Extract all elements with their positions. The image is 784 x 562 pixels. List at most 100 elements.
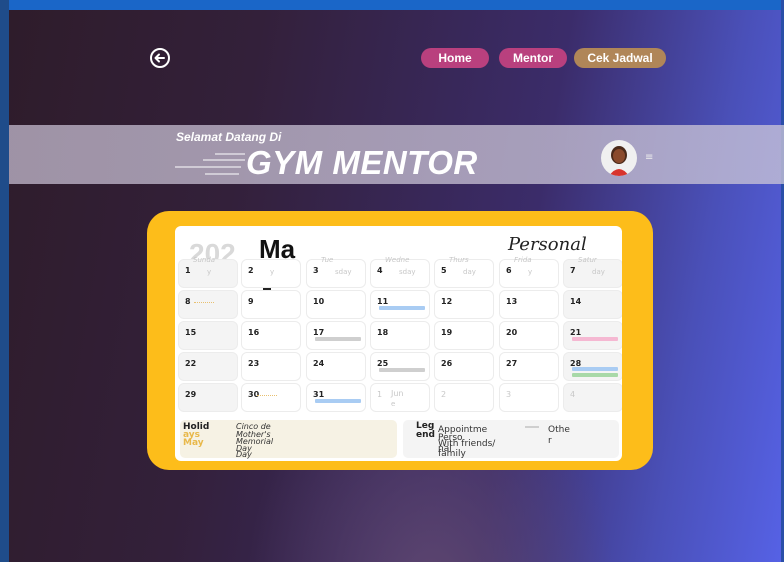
weekday-name: Satur (578, 256, 597, 264)
day-number: 12 (441, 297, 453, 306)
day-number: 29 (185, 390, 197, 399)
calendar-day-cell[interactable]: 18 (370, 321, 430, 350)
day-number: 5 (441, 266, 447, 275)
nav-home-button[interactable]: Home (421, 48, 489, 68)
day-number: 14 (570, 297, 582, 306)
calendar-day-cell[interactable]: 6 Frida y (499, 256, 559, 288)
holiday-item: Day (236, 450, 252, 459)
weekday-name-suffix: sday (399, 268, 416, 276)
calendar-day-cell[interactable]: 3 (499, 383, 559, 412)
arrow-left-circle-icon[interactable] (148, 46, 172, 70)
calendar-day-cell[interactable]: 1 Jun e (370, 383, 430, 412)
day-number: 31 (313, 390, 325, 399)
legend-title-2: end (416, 430, 435, 440)
calendar-day-cell[interactable]: 21 (563, 321, 622, 350)
day-number: 26 (441, 359, 453, 368)
day-number: 11 (377, 297, 389, 306)
day-number: 22 (185, 359, 197, 368)
speed-lines-decoration (175, 153, 245, 175)
avatar-icon (609, 146, 629, 176)
legend-other-swatch (525, 426, 539, 428)
holiday-marker (257, 389, 277, 396)
day-number: 9 (248, 297, 254, 306)
weekday-name: Tue (321, 256, 334, 264)
calendar-day-cell[interactable]: 17 (306, 321, 366, 350)
event-bar[interactable] (315, 399, 361, 403)
day-number: 23 (248, 359, 260, 368)
day-number: 1 (377, 390, 383, 399)
calendar-day-cell[interactable]: 26 (434, 352, 494, 381)
event-bar[interactable] (315, 337, 361, 341)
day-number: 16 (248, 328, 260, 337)
calendar-day-cell[interactable]: 30 (241, 383, 301, 412)
event-bar[interactable] (572, 337, 618, 341)
calendar-day-cell[interactable]: 22 (178, 352, 238, 381)
calendar-day-cell[interactable]: 27 (499, 352, 559, 381)
calendar-day-cell[interactable]: 5 Thurs day (434, 256, 494, 288)
event-bar[interactable] (572, 373, 618, 377)
day-number: 4 (377, 266, 383, 275)
avatar[interactable] (601, 140, 637, 176)
calendar-day-cell[interactable]: 14 (563, 290, 622, 319)
weekday-name-suffix: y (207, 268, 212, 276)
calendar-day-cell[interactable]: 4 (563, 383, 622, 412)
calendar-day-cell[interactable]: 28 (563, 352, 622, 381)
day-number: 10 (313, 297, 325, 306)
calendar-day-cell[interactable]: 19 (434, 321, 494, 350)
calendar-day-cell[interactable]: 16 (241, 321, 301, 350)
calendar-day-cell[interactable]: 12 (434, 290, 494, 319)
day-number: 20 (506, 328, 518, 337)
nav-mentor-button[interactable]: Mentor (499, 48, 567, 68)
calendar-day-cell[interactable]: 10 (306, 290, 366, 319)
day-number: 3 (313, 266, 319, 275)
day-number: 24 (313, 359, 325, 368)
day-number: 21 (570, 328, 582, 337)
legend-other: Othe (548, 425, 570, 435)
brand-title: GYM MENTOR (246, 144, 478, 181)
calendar-day-cell[interactable]: 13 (499, 290, 559, 319)
event-bar[interactable] (572, 367, 618, 371)
calendar-day-cell[interactable]: 9 (241, 290, 301, 319)
day-number: 1 (185, 266, 191, 275)
calendar-day-cell[interactable]: 3 Tue sday (306, 256, 366, 288)
calendar-day-cell[interactable]: 7 Satur day (563, 256, 622, 288)
legend-categories: Leg end Appointme Perso With friends/ na… (403, 420, 619, 459)
calendar-day-cell[interactable]: 2y (241, 259, 301, 288)
calendar-day-cell[interactable]: 23 (241, 352, 301, 381)
weekday-name-suffix: y (270, 268, 275, 276)
calendar-day-cell[interactable]: 29 (178, 383, 238, 412)
calendar-day-cell[interactable]: 15 (178, 321, 238, 350)
day-number: 18 (377, 328, 389, 337)
weekday-name-suffix: day (463, 268, 476, 276)
day-number: 19 (441, 328, 453, 337)
day-number: 6 (506, 266, 512, 275)
welcome-text: Selamat Datang Di (176, 130, 282, 144)
day-number: 2 (441, 390, 447, 399)
calendar-day-cell[interactable]: 11 (370, 290, 430, 319)
calendar-day-cell[interactable]: 25 (370, 352, 430, 381)
calendar-day-cell[interactable]: 4 Wedne sday (370, 256, 430, 288)
day-number: 3 (506, 390, 512, 399)
weekday-name-suffix: y (528, 268, 533, 276)
weekday-name: Thurs (449, 256, 469, 264)
day-number: 15 (185, 328, 197, 337)
event-bar[interactable] (379, 306, 425, 310)
calendar-day-cell[interactable]: 20 (499, 321, 559, 350)
calendar-day-cell[interactable]: 1 Sunda y (178, 256, 238, 288)
calendar-day-cell[interactable]: 24 (306, 352, 366, 381)
legend-holidays: Holid ays May Cinco de Mother's Memorial… (180, 420, 397, 459)
weekday-name-suffix: Jun (391, 389, 404, 398)
calendar-day-cell[interactable]: 2 (434, 383, 494, 412)
calendar-day-cell[interactable]: 8 (178, 290, 238, 319)
day-number: 4 (570, 390, 576, 399)
weekday-name-suffix: day (592, 268, 605, 276)
weekday-name: Wedne (385, 256, 410, 264)
calendar-day-cell[interactable]: 31 (306, 383, 366, 412)
holidays-title-3: May (183, 438, 204, 448)
nav-cek-jadwal-button[interactable]: Cek Jadwal (574, 48, 666, 68)
weekday-name: Frida (514, 256, 532, 264)
weekday-name-suffix: sday (335, 268, 352, 276)
event-bar[interactable] (379, 368, 425, 372)
menu-icon[interactable]: ≡ (645, 152, 653, 163)
legend-other-2: r (548, 436, 552, 446)
